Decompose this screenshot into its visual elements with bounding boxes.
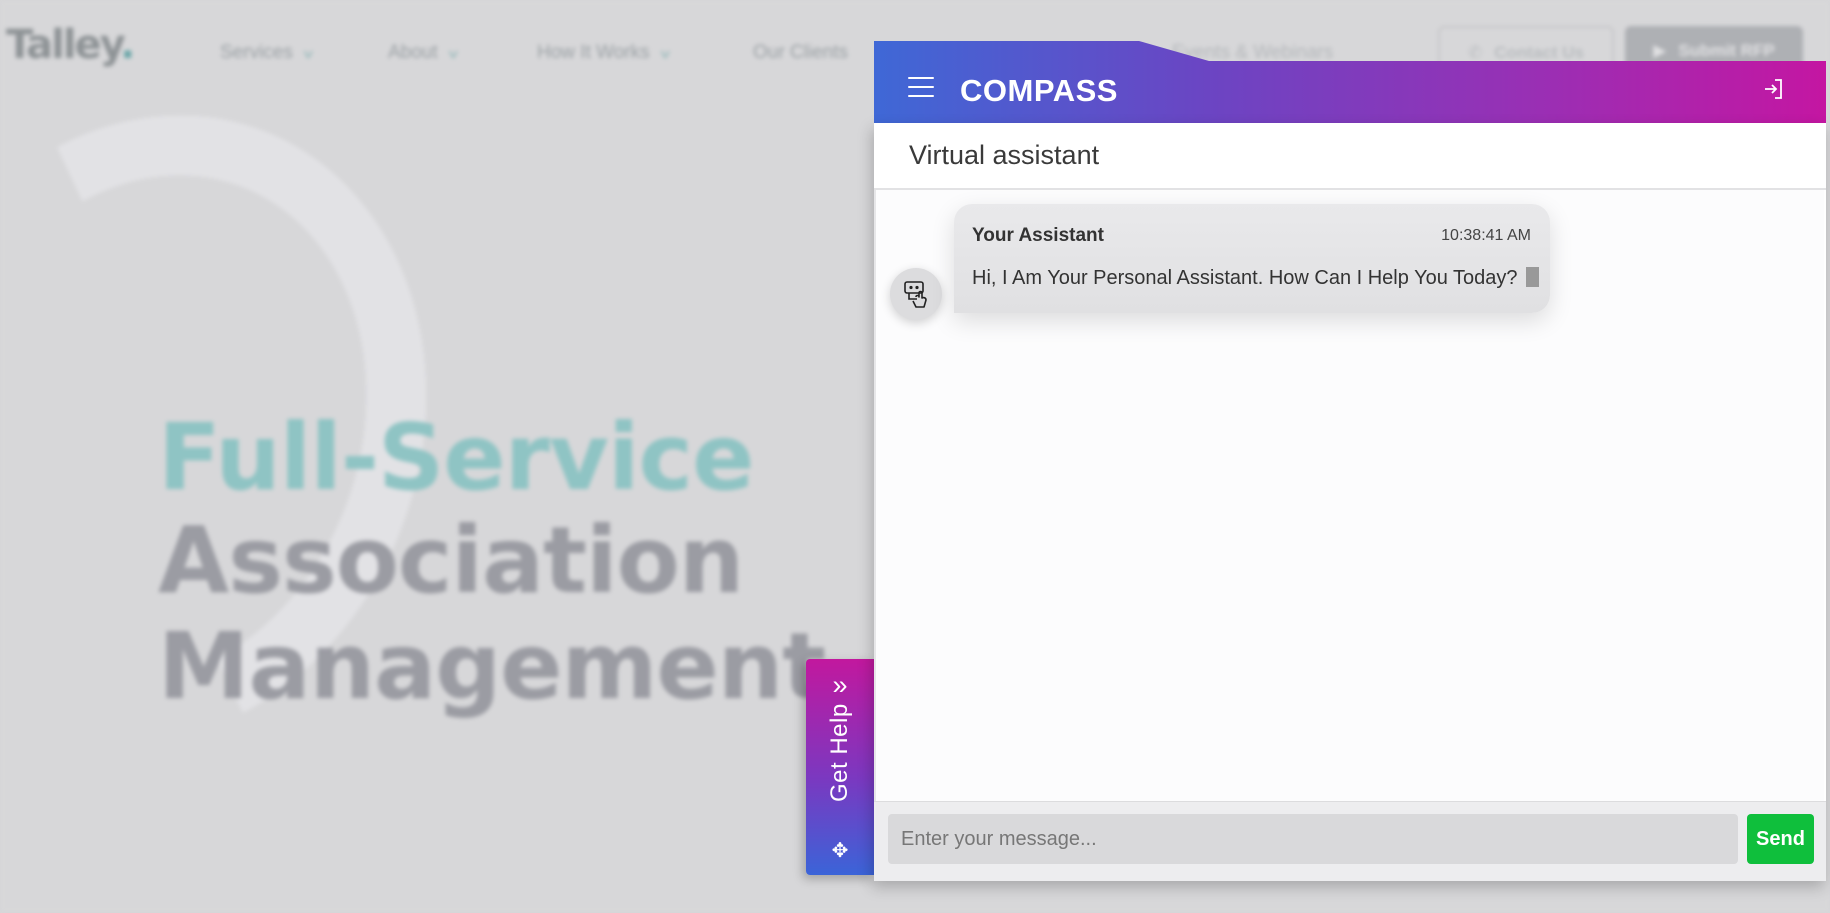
typing-cursor: [1526, 267, 1539, 287]
message-sender: Your Assistant: [972, 225, 1104, 247]
double-chevron-right-icon[interactable]: »: [806, 672, 874, 699]
chevron-down-icon: v: [304, 46, 313, 61]
assistant-robot-icon: [890, 268, 942, 320]
hero-line-1: Full-Service: [158, 412, 753, 504]
sign-in-icon[interactable]: [1762, 77, 1786, 101]
move-arrows-icon[interactable]: ✥: [806, 841, 874, 861]
chat-title: Virtual assistant: [874, 123, 1826, 190]
hero-line-3: Management: [158, 621, 825, 713]
nav-item-how-it-works[interactable]: How It Worksv: [537, 42, 668, 64]
message-bubble: Your Assistant 10:38:41 AM Hi, I Am Your…: [954, 204, 1550, 313]
chevron-down-icon: v: [660, 46, 669, 61]
svg-text:COMPASS: COMPASS: [960, 73, 1118, 108]
nav-item-about[interactable]: Aboutv: [388, 42, 456, 64]
get-help-label: Get Help: [826, 730, 854, 802]
chat-header: COMPASS: [874, 41, 1826, 123]
message-list[interactable]: Your Assistant 10:38:41 AM Hi, I Am Your…: [874, 190, 1824, 801]
site-logo[interactable]: Talley.: [6, 22, 133, 68]
nav-item-our-clients[interactable]: Our Clients: [753, 42, 848, 64]
message-timestamp: 10:38:41 AM: [1441, 227, 1531, 245]
message-composer: Send: [874, 801, 1826, 881]
chat-body: Virtual assistant Your Assistant 10:38:4…: [874, 123, 1826, 881]
hamburger-icon[interactable]: [908, 77, 934, 97]
get-help-tab[interactable]: » Get Help ✥: [806, 659, 874, 875]
message-text: Hi, I Am Your Personal Assistant. How Ca…: [972, 267, 1539, 290]
send-button[interactable]: Send: [1747, 814, 1814, 864]
chevron-down-icon: v: [448, 46, 457, 61]
hero-line-2: Association: [158, 515, 743, 607]
message-input[interactable]: [888, 814, 1738, 864]
chat-widget: COMPASS Virtual assistant Your Assistant…: [874, 41, 1826, 881]
nav-item-services[interactable]: Servicesv: [220, 42, 311, 64]
compass-logo: COMPASS: [960, 67, 1130, 109]
